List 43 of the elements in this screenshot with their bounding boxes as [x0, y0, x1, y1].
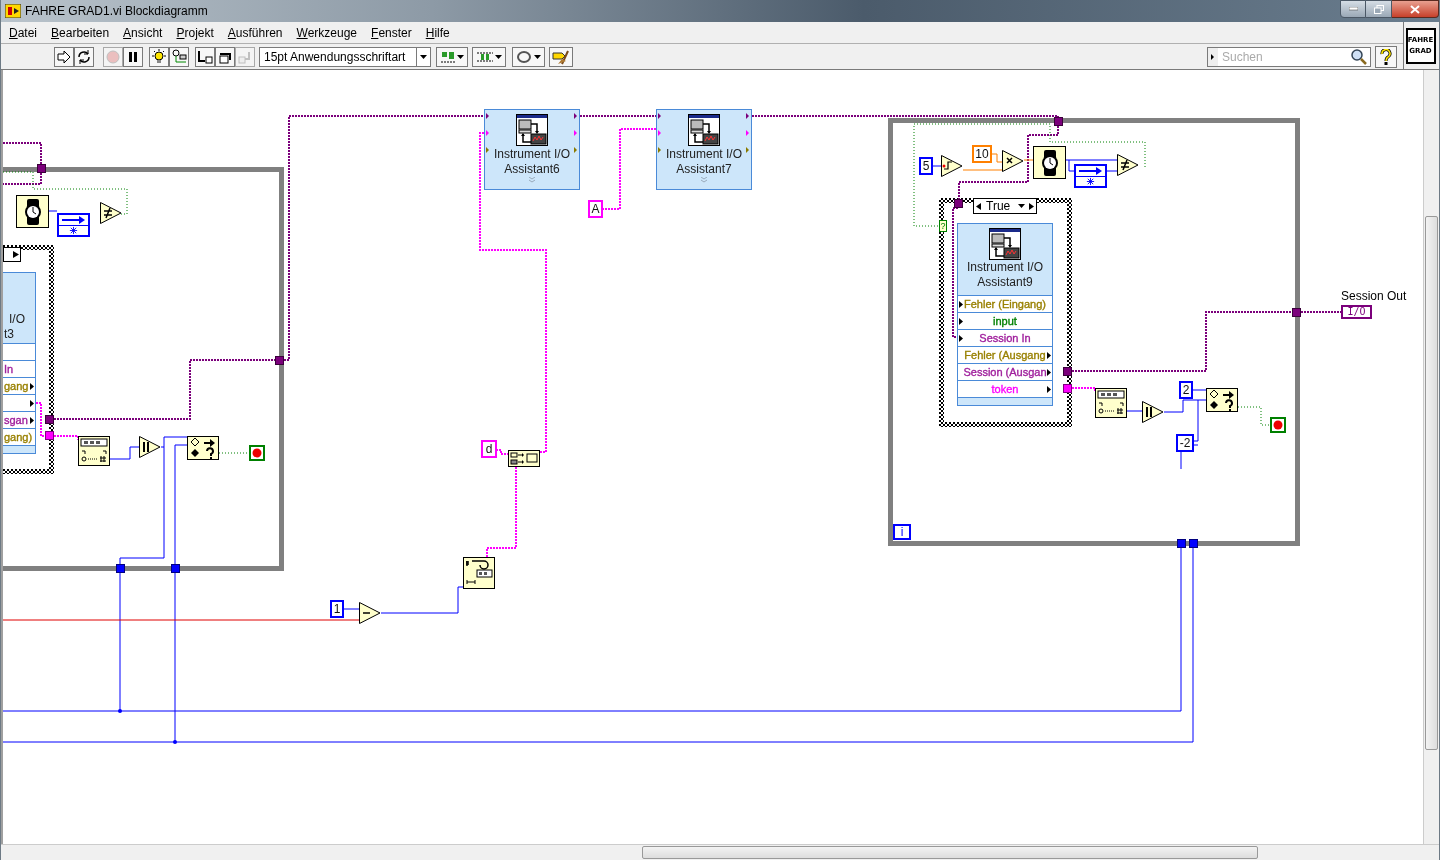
case-selector[interactable]: True [973, 198, 1037, 214]
conditional-terminal[interactable]: ? [939, 220, 947, 232]
terminal-label: gang) [4, 430, 33, 444]
menu-item[interactable]: Projekt [176, 23, 214, 42]
node-label: I/O [8, 312, 26, 327]
menu-item[interactable]: Werkzeuge [296, 23, 358, 42]
express-vi-node[interactable]: I/O t3 In gang sgan gang) [3, 272, 36, 454]
menu-item[interactable]: Hilfe [425, 23, 450, 42]
session-indicator[interactable]: I/O [1341, 305, 1372, 319]
constant[interactable]: -2 [1176, 434, 1194, 452]
constant[interactable]: 5 [919, 157, 933, 175]
constant[interactable]: d [481, 440, 497, 458]
node-label: t3 [3, 327, 15, 342]
constant[interactable]: A [588, 200, 603, 218]
terminal-label: In [4, 362, 14, 376]
node-label: Instrument I/O Assistant6 [493, 147, 571, 177]
node-label: Instrument I/O Assistant7 [665, 147, 743, 177]
terminal-label: token [991, 382, 1019, 396]
font-dropdown[interactable]: 15pt Anwendungsschriftart [259, 46, 431, 67]
terminal-label: Session In [979, 331, 1031, 345]
terminal-label: gang [4, 379, 29, 393]
constant[interactable]: 2 [1179, 381, 1193, 399]
window-title: FAHRE GRAD1.vi Blockdiagramm [25, 3, 208, 20]
express-vi-node[interactable]: Instrument I/O Assistant9 Fehler (Eingang) input Session In Fehler (Ausgang Session (Ausgan token [957, 223, 1053, 406]
terminal-label: Fehler (Ausgang [964, 348, 1046, 362]
iteration-terminal: i [893, 524, 911, 540]
terminal-label: input [993, 314, 1017, 328]
menu-item[interactable]: Ausführen [227, 23, 283, 42]
menu-item[interactable]: Datei [9, 23, 38, 42]
search-input[interactable]: Suchen [1218, 47, 1350, 66]
terminal-label: Session (Ausgan [963, 365, 1047, 379]
constant[interactable]: 1 [330, 600, 344, 618]
menu-item[interactable]: Ansicht [123, 23, 163, 42]
menu-item[interactable]: Fenster [371, 23, 412, 42]
search-field[interactable]: Suchen [1207, 46, 1371, 67]
indicator-label: Session Out [1341, 289, 1407, 303]
terminal-label: Fehler (Eingang) [964, 297, 1046, 311]
menu-item[interactable]: Bearbeiten [51, 23, 110, 42]
terminal-label: sgan [4, 413, 28, 427]
constant[interactable]: 10 [972, 145, 992, 163]
express-vi-node[interactable]: Instrument I/O Assistant6 [484, 109, 580, 190]
express-vi-node[interactable]: Instrument I/O Assistant7 [656, 109, 752, 190]
node-label: Instrument I/O Assistant9 [966, 260, 1044, 290]
